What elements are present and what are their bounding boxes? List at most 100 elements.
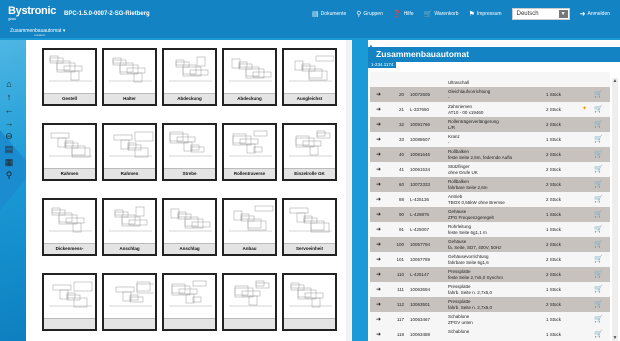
row-arrow-icon[interactable]: ➜ xyxy=(376,211,381,218)
parts-row[interactable]: ➜ 111 10063694 Pressplatte fahrb. Seite n. 2… xyxy=(370,282,610,297)
parts-row[interactable]: ➜ 60 10072333 Rollbalken fahrbare Seite 2,6m… xyxy=(370,177,610,192)
assembly-tile[interactable]: Rahmen xyxy=(42,123,97,181)
add-to-cart-icon[interactable]: 🛒 xyxy=(594,225,603,233)
nav-warenkorb[interactable]: 🛒 Warenkorb xyxy=(424,10,459,18)
add-to-cart-icon[interactable]: 🛒 xyxy=(594,210,603,218)
chevron-down-icon[interactable]: ▼ xyxy=(558,10,568,18)
add-to-cart-icon[interactable]: 🛒 xyxy=(594,120,603,128)
arrow-right-icon[interactable]: → xyxy=(3,117,15,130)
row-arrow-icon[interactable]: ➜ xyxy=(376,121,381,128)
parts-row[interactable]: ➜ 100 10057794 Gehäuse fa. Seite, SD7, 400V,… xyxy=(370,237,610,252)
row-arrow-icon[interactable]: ➜ xyxy=(376,331,381,338)
nav-hilfe[interactable]: ❓ Hilfe xyxy=(393,10,414,18)
assembly-tile[interactable]: Einzelrolle GK xyxy=(282,123,337,181)
row-arrow-icon[interactable]: ➜ xyxy=(376,241,381,248)
parts-row[interactable]: ➜ 21 L-337650 Zahnriemen AT10 - 00 x19460 2 S… xyxy=(370,102,610,117)
row-arrow-icon[interactable]: ➜ xyxy=(376,316,381,323)
add-to-cart-icon[interactable]: 🛒 xyxy=(594,135,603,143)
assembly-tile[interactable]: Halter xyxy=(102,48,157,106)
add-to-cart-icon[interactable]: 🛒 xyxy=(594,255,603,263)
assembly-tile[interactable] xyxy=(102,273,157,331)
parts-row[interactable]: ➜ 40 10081646 Rollbalken feste Seite 2,5m, f… xyxy=(370,147,610,162)
nav-dokumente[interactable]: ▤ Dokumente xyxy=(312,10,346,18)
add-to-cart-icon[interactable]: 🛒 xyxy=(594,195,603,203)
assembly-tile[interactable]: Ausgleichst xyxy=(282,48,337,106)
assembly-tile[interactable] xyxy=(222,273,277,331)
add-to-cart-icon[interactable]: 🛒 xyxy=(594,270,603,278)
scroll-down-icon[interactable]: ▼ xyxy=(612,335,618,341)
assembly-tile[interactable] xyxy=(282,273,337,331)
assembly-tile[interactable]: Anschlag xyxy=(162,198,217,256)
parts-row[interactable]: ➜ 110 L-425147 Pressplatte feste Seite 2,7x5… xyxy=(370,267,610,282)
row-arrow-icon[interactable]: ➜ xyxy=(376,136,381,143)
parts-row[interactable]: ➜ 33 10088607 Kranz - 1 Stück 🛒 xyxy=(370,132,610,147)
parts-row[interactable]: ➜ 112 10063501 Pressplatte fahrb. Seite n. 2… xyxy=(370,297,610,312)
parts-row[interactable]: ➜ 117 10063467 Schablone ZPGV unten 1 Stück 🛒 xyxy=(370,312,610,327)
parts-row[interactable]: ➜ 90 L-429876 Gehäuse ZPG Frequenzgeregelt 1 … xyxy=(370,207,610,222)
parts-row[interactable]: ➜ 20 10072605 Gleichlaufvorrichtung - 1 Stück… xyxy=(370,87,610,102)
add-to-cart-icon[interactable]: 🛒 xyxy=(594,285,603,293)
assembly-tile[interactable]: Rahmen xyxy=(102,123,157,181)
add-to-cart-icon[interactable]: 🛒 xyxy=(594,165,603,173)
assembly-tile[interactable]: Dickenmess- xyxy=(42,198,97,256)
add-to-cart-icon[interactable]: 🛒 xyxy=(594,90,603,98)
row-description: Gehäusevorrichtung xyxy=(448,254,489,259)
assembly-tile[interactable]: Rollentraverse xyxy=(222,123,277,181)
add-to-cart-icon[interactable]: 🛒 xyxy=(594,240,603,248)
home-icon[interactable]: ⌂ xyxy=(3,78,15,91)
brand-logo[interactable]: Bystronic glass xyxy=(8,6,56,22)
parts-panel: ▲ Zusammenbauautomat 1-234.1174 Pos. Art… xyxy=(368,40,620,341)
assembly-tile[interactable]: Anschlag xyxy=(102,198,157,256)
assembly-tile[interactable]: Abdeckung xyxy=(222,48,277,106)
parts-row[interactable]: ➜ 118 10063488 Schablone 1 Stück 🛒 xyxy=(370,327,610,341)
tile-label xyxy=(224,318,275,329)
assembly-tile[interactable] xyxy=(162,273,217,331)
layers-icon[interactable]: ▤ xyxy=(3,143,15,156)
row-arrow-icon[interactable]: ➜ xyxy=(376,91,381,98)
favorite-icon[interactable]: ✦ xyxy=(582,105,587,112)
parts-row[interactable]: ➜ 88 L-425136 Antrieb TBOX 0,55kW ohne Brems… xyxy=(370,192,610,207)
assembly-tile[interactable]: Gestell xyxy=(42,48,97,106)
parts-row[interactable]: ➜ 41 10061534 Stützfinger ohne Drufe UK 2 Stü… xyxy=(370,162,610,177)
row-arrow-icon[interactable]: ➜ xyxy=(376,151,381,158)
row-arrow-icon[interactable]: ➜ xyxy=(376,271,381,278)
assembly-tile[interactable]: Anbau xyxy=(222,198,277,256)
row-arrow-icon[interactable]: ➜ xyxy=(376,256,381,263)
row-arrow-icon[interactable]: ➜ xyxy=(376,106,381,113)
parts-row[interactable]: ➜ 91 L-425007 Rohrleitung feste Seite 6g1,1 … xyxy=(370,222,610,237)
assembly-tile[interactable] xyxy=(42,273,97,331)
parts-scrollbar[interactable]: ▲ ▼ xyxy=(612,78,618,341)
print-icon[interactable]: ▦ xyxy=(3,156,15,169)
add-to-cart-icon[interactable]: 🛒 xyxy=(594,180,603,188)
assembly-tile[interactable]: Servoeinheit xyxy=(282,198,337,256)
row-arrow-icon[interactable]: ➜ xyxy=(376,196,381,203)
parts-row[interactable]: ➜ 101 10057789 Gehäusevorrichtung fahrbare S… xyxy=(370,252,610,267)
add-to-cart-icon[interactable]: 🛒 xyxy=(594,330,603,338)
scroll-up-icon[interactable]: ▲ xyxy=(612,78,618,84)
language-select[interactable]: Deutsch ▼ xyxy=(511,8,570,20)
add-to-cart-icon[interactable]: 🛒 xyxy=(594,105,603,113)
add-to-cart-icon[interactable]: 🛒 xyxy=(594,315,603,323)
nav-gruppen[interactable]: ⚲ Gruppen xyxy=(356,10,383,18)
row-arrow-icon[interactable]: ➜ xyxy=(376,166,381,173)
search-icon[interactable]: ⚲ xyxy=(3,169,15,182)
nav-label: Hilfe xyxy=(403,11,414,17)
parts-row[interactable]: Ultraschall xyxy=(370,72,610,87)
assembly-tile[interactable]: Abdeckung xyxy=(162,48,217,106)
row-description: Stützfinger xyxy=(448,164,470,169)
arrow-up-icon[interactable]: ↑ xyxy=(3,91,15,104)
drawing-scrollbar[interactable] xyxy=(346,40,352,341)
row-arrow-icon[interactable]: ➜ xyxy=(376,301,381,308)
drawing-thumbnail xyxy=(289,282,332,308)
parts-row[interactable]: ➜ 32 10091766 Rollenträgerverlängerung L/R 2 … xyxy=(370,117,610,132)
row-arrow-icon[interactable]: ➜ xyxy=(376,286,381,293)
login-button[interactable]: ➜ Anmelden xyxy=(580,10,610,18)
row-arrow-icon[interactable]: ➜ xyxy=(376,226,381,233)
add-to-cart-icon[interactable]: 🛒 xyxy=(594,300,603,308)
add-to-cart-icon[interactable]: 🛒 xyxy=(594,150,603,158)
arrow-left-icon[interactable]: ← xyxy=(3,104,15,117)
row-arrow-icon[interactable]: ➜ xyxy=(376,181,381,188)
nav-impressum[interactable]: ⚑ Impressum xyxy=(469,10,502,18)
assembly-tile[interactable]: Strebe xyxy=(162,123,217,181)
zoom-out-icon[interactable]: ⊖ xyxy=(3,130,15,143)
